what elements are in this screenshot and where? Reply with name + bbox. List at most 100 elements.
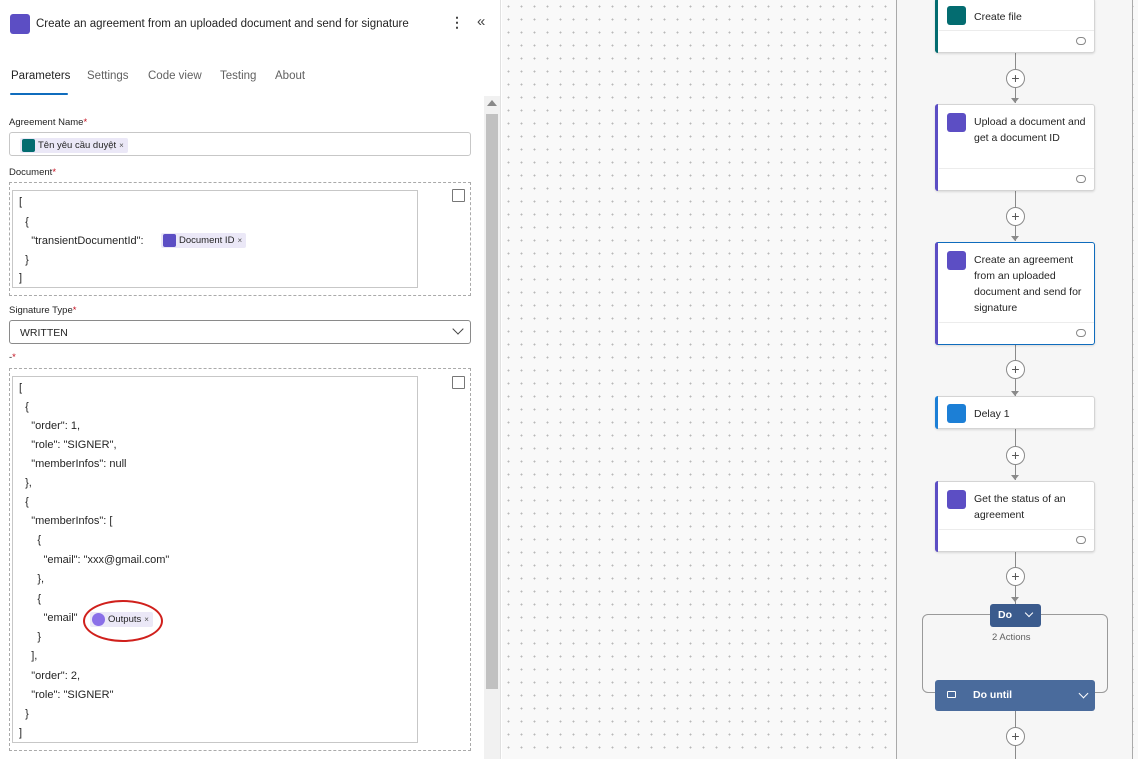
arrow-down-icon [1011, 475, 1019, 480]
sharepoint-icon [22, 139, 35, 152]
add-action-button[interactable]: + [1006, 446, 1025, 465]
arrow-down-icon [1011, 236, 1019, 241]
actions-count: 2 Actions [992, 632, 1031, 643]
adobe-sign-icon [947, 251, 966, 270]
tab-about[interactable]: About [275, 70, 305, 82]
card-title: Delay 1 [974, 408, 1010, 420]
signature-type-dropdown[interactable]: WRITTEN [9, 320, 471, 344]
add-action-button[interactable]: + [1006, 69, 1025, 88]
collapse-panel-icon[interactable]: « [477, 13, 485, 30]
remove-token-icon[interactable]: × [237, 236, 242, 245]
code-line: "transientDocumentId": [19, 235, 144, 247]
code-line: "memberInfos": null [19, 458, 127, 470]
token-label: Document ID [179, 235, 235, 246]
adobe-sign-icon [947, 113, 966, 132]
do-label: Do [998, 609, 1012, 621]
signature-type-label-text: Signature Type [9, 305, 73, 316]
agreement-name-label-text: Agreement Name [9, 117, 84, 128]
code-line: ], [19, 650, 38, 662]
card-footer [939, 30, 1094, 52]
loop-icon [947, 691, 956, 698]
code-line: "role": "SIGNER" [19, 689, 114, 701]
signature-type-label: Signature Type* [9, 305, 76, 316]
code-line: } [19, 631, 42, 643]
chevron-down-icon [452, 323, 464, 335]
tab-testing[interactable]: Testing [220, 70, 256, 82]
adobe-sign-icon [10, 14, 30, 34]
action-card-delay[interactable]: Delay 1 [935, 396, 1095, 429]
link-icon[interactable] [1076, 536, 1086, 544]
adobe-sign-icon [947, 490, 966, 509]
annotation-circle [83, 600, 163, 642]
card-footer [939, 529, 1094, 551]
card-title: Create file [974, 11, 1022, 23]
participants-label: -* [9, 352, 16, 363]
card-title: Upload a document and get a document ID [974, 116, 1086, 144]
add-action-button[interactable]: + [1006, 727, 1025, 746]
agreement-name-token[interactable]: Tên yêu cầu duyệt × [20, 138, 128, 153]
do-until-action[interactable]: Do until [935, 680, 1095, 711]
agreement-name-label: Agreement Name* [9, 117, 87, 128]
document-label-text: Document [9, 167, 53, 178]
code-line: ] [19, 272, 23, 284]
scrollbar-thumb[interactable] [486, 114, 498, 689]
copy-icon[interactable] [452, 189, 465, 202]
code-line: "email" [19, 612, 78, 624]
code-line: [ [19, 382, 23, 394]
arrow-down-icon [1011, 597, 1019, 602]
document-code-editor[interactable]: [ { "transientDocumentId": Document ID × … [12, 190, 418, 288]
remove-token-icon[interactable]: × [119, 141, 124, 150]
panel-tabs: Parameters Settings Code view Testing Ab… [0, 70, 330, 96]
arrow-down-icon [1011, 98, 1019, 103]
code-line: } [19, 254, 29, 266]
agreement-name-input[interactable]: Tên yêu cầu duyệt × [9, 132, 471, 156]
code-line: { [19, 534, 42, 546]
tab-settings[interactable]: Settings [87, 70, 129, 82]
active-tab-indicator [10, 93, 68, 95]
code-line: } [19, 708, 29, 720]
more-options-icon[interactable]: ⋮ [450, 14, 464, 31]
add-action-button[interactable]: + [1006, 567, 1025, 586]
card-accent [935, 242, 938, 345]
tab-parameters[interactable]: Parameters [11, 70, 70, 82]
chevron-down-icon[interactable] [1078, 688, 1089, 699]
do-loop-toggle-button[interactable]: Do [990, 604, 1041, 627]
card-title: Create an agreement from an uploaded doc… [974, 254, 1082, 314]
panel-header: Create an agreement from an uploaded doc… [0, 0, 501, 50]
add-action-button[interactable]: + [1006, 360, 1025, 379]
do-until-label: Do until [973, 689, 1013, 701]
code-line: "order": 1, [19, 420, 80, 432]
scroll-up-arrow-icon[interactable] [487, 100, 497, 106]
document-label: Document* [9, 167, 56, 178]
action-card-create-agreement[interactable]: Create an agreement from an uploaded doc… [935, 242, 1095, 345]
action-card-upload-document[interactable]: Upload a document and get a document ID [935, 104, 1095, 191]
tab-code-view[interactable]: Code view [148, 70, 202, 82]
participants-code-editor[interactable]: [ { "order": 1, "role": "SIGNER", "membe… [12, 376, 418, 743]
card-accent [935, 396, 938, 429]
panel-title: Create an agreement from an uploaded doc… [36, 18, 409, 30]
action-card-create-file[interactable]: Create file [935, 0, 1095, 53]
code-line: }, [19, 477, 32, 489]
copy-icon[interactable] [452, 376, 465, 389]
code-line: [ [19, 196, 23, 208]
required-marker: * [72, 305, 77, 316]
required-marker: * [12, 352, 16, 363]
required-marker: * [83, 117, 88, 128]
action-card-get-status[interactable]: Get the status of an agreement [935, 481, 1095, 552]
code-line: }, [19, 573, 45, 585]
adobe-sign-icon [163, 234, 176, 247]
link-icon[interactable] [1076, 329, 1086, 337]
panel-scrollbar[interactable] [484, 96, 500, 759]
timer-icon [947, 404, 966, 423]
code-line: "email": "xxx@gmail.com" [19, 554, 170, 566]
code-line: "role": "SIGNER", [19, 439, 117, 451]
token-label: Tên yêu cầu duyệt [38, 140, 117, 151]
card-accent [935, 0, 938, 53]
document-id-token[interactable]: Document ID × [161, 233, 247, 248]
code-line: "memberInfos": [ [19, 515, 113, 527]
link-icon[interactable] [1076, 37, 1086, 45]
sharepoint-icon [947, 6, 966, 25]
card-footer [939, 168, 1094, 190]
link-icon[interactable] [1076, 175, 1086, 183]
add-action-button[interactable]: + [1006, 207, 1025, 226]
